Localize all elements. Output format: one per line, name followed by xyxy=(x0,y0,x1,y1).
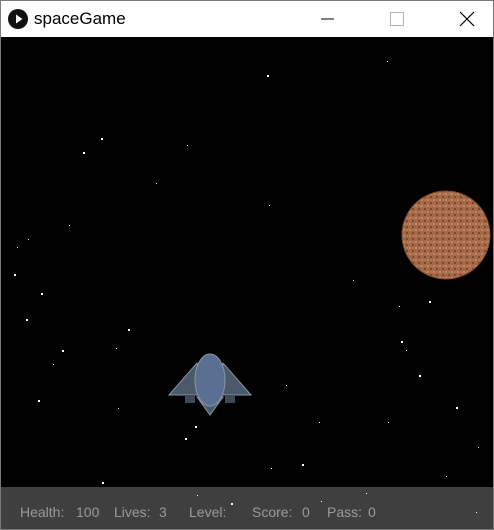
asteroid xyxy=(401,190,491,280)
star-field xyxy=(14,61,479,484)
star xyxy=(38,400,40,402)
star xyxy=(69,225,70,226)
star xyxy=(41,293,43,295)
hud-starfield xyxy=(197,493,477,513)
star xyxy=(478,447,479,448)
star xyxy=(26,319,28,321)
star xyxy=(83,152,85,154)
star xyxy=(399,306,400,307)
star xyxy=(286,385,287,386)
window-title: spaceGame xyxy=(34,9,126,28)
minimize-button[interactable] xyxy=(309,1,355,37)
game-window: spaceGame Health: 100 Lives: 3 Level: Sc… xyxy=(0,0,494,530)
star xyxy=(269,205,270,206)
star xyxy=(302,464,304,466)
star xyxy=(17,247,18,248)
health-label: Health: xyxy=(20,504,65,520)
star xyxy=(28,239,29,240)
player-spaceship xyxy=(167,353,253,416)
star xyxy=(388,422,389,423)
star xyxy=(446,476,447,477)
star xyxy=(128,329,130,331)
star xyxy=(321,501,322,502)
star xyxy=(231,503,233,505)
star xyxy=(406,350,407,351)
star xyxy=(116,348,117,349)
star xyxy=(419,375,421,377)
lives-value: 3 xyxy=(159,504,167,520)
star xyxy=(53,364,54,365)
game-scene xyxy=(14,61,491,484)
star xyxy=(401,341,403,343)
star xyxy=(118,408,119,409)
play-icon xyxy=(8,9,28,29)
minimize-icon xyxy=(321,18,334,20)
star xyxy=(195,426,197,428)
close-icon xyxy=(459,11,475,27)
star xyxy=(267,75,269,77)
star xyxy=(187,145,188,146)
game-canvas[interactable]: Health: 100 Lives: 3 Level: Score: 0 Pas… xyxy=(1,37,493,529)
star xyxy=(456,407,458,409)
close-button[interactable] xyxy=(443,1,489,37)
hud-bar xyxy=(1,487,493,529)
pass-label: Pass: xyxy=(327,504,363,520)
star xyxy=(387,61,388,62)
star xyxy=(156,183,157,184)
star xyxy=(101,138,103,140)
star xyxy=(271,468,272,469)
title-bar[interactable]: spaceGame xyxy=(1,1,493,37)
star xyxy=(62,350,64,352)
star xyxy=(429,301,431,303)
level-label: Level: xyxy=(189,504,227,520)
maximize-button[interactable] xyxy=(373,1,419,37)
star xyxy=(185,438,187,440)
star xyxy=(319,422,320,423)
star xyxy=(14,274,16,276)
score-value: 0 xyxy=(302,504,310,520)
star xyxy=(366,493,367,494)
pass-value: 0 xyxy=(368,504,376,520)
health-value: 100 xyxy=(76,504,100,520)
score-label: Score: xyxy=(252,504,293,520)
star xyxy=(353,280,354,281)
star xyxy=(476,512,477,513)
star xyxy=(197,495,198,496)
maximize-icon xyxy=(390,12,404,26)
lives-label: Lives: xyxy=(114,504,151,520)
star xyxy=(102,482,104,484)
